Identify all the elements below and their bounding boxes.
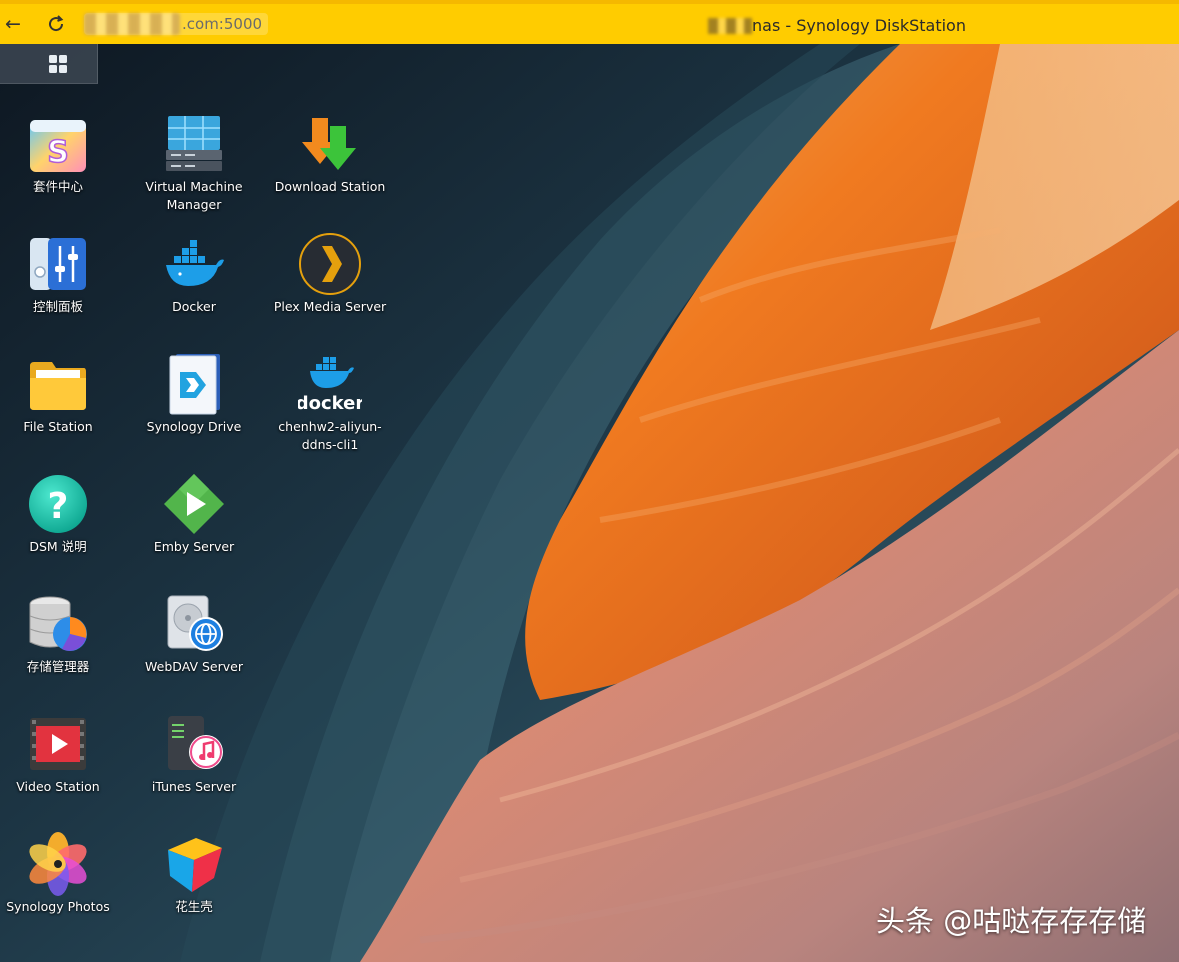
back-button[interactable]: ← <box>2 12 24 36</box>
app-docker[interactable]: Docker <box>134 232 254 316</box>
folder-icon <box>30 362 86 410</box>
app-label: 存储管理器 <box>26 659 90 674</box>
app-itunes-server[interactable]: iTunes Server <box>134 712 254 796</box>
control-panel-icon <box>30 238 86 290</box>
app-package-center[interactable]: S 套件中心 <box>0 112 118 196</box>
storage-manager-icon <box>29 596 87 651</box>
plex-icon <box>299 233 361 295</box>
help-icon: ? <box>29 475 87 533</box>
app-plex-media-server[interactable]: Plex Media Server <box>270 232 390 316</box>
app-control-panel[interactable]: 控制面板 <box>0 232 118 316</box>
app-label: 控制面板 <box>32 299 83 314</box>
app-download-station[interactable]: Download Station <box>270 112 390 196</box>
app-webdav-server[interactable]: WebDAV Server <box>134 592 254 676</box>
app-virtual-machine-manager[interactable]: Virtual Machine Manager <box>134 112 254 214</box>
app-label: chenhw2-aliyun-ddns-cli1 <box>278 419 382 452</box>
svg-text:?: ? <box>48 486 69 527</box>
page-title: nas - Synology DiskStation <box>752 16 966 35</box>
app-label: Virtual Machine Manager <box>145 179 243 212</box>
photos-icon <box>29 832 87 896</box>
main-menu-button[interactable] <box>48 54 68 74</box>
docker-icon <box>166 240 224 286</box>
app-emby-server[interactable]: Emby Server <box>134 472 254 556</box>
app-label: DSM 说明 <box>29 539 87 554</box>
watermark: 头条 @咕哒存存存储 <box>876 904 1147 938</box>
docker-container-icon: docker <box>298 357 362 414</box>
browser-toolbar: ← .com:5000 nas - Synology DiskStation <box>0 0 1179 44</box>
app-label: 花生壳 <box>175 899 213 914</box>
app-label: 套件中心 <box>32 179 83 194</box>
screen: ← .com:5000 nas - Synology DiskStation S… <box>0 0 1179 962</box>
download-icon <box>302 118 356 170</box>
app-label: Synology Photos <box>6 899 110 914</box>
address-bar[interactable]: .com:5000 <box>84 13 268 35</box>
app-label: Download Station <box>274 179 386 194</box>
vm-manager-icon <box>166 116 222 171</box>
docker-logo-text: docker <box>298 393 362 414</box>
reload-icon <box>49 15 64 32</box>
svg-text:S: S <box>47 135 69 170</box>
title-redacted <box>708 18 752 34</box>
app-label: WebDAV Server <box>145 659 243 674</box>
package-center-icon: S <box>30 120 86 172</box>
itunes-icon <box>168 716 223 770</box>
emby-icon <box>164 474 224 534</box>
grid-icon <box>49 55 67 73</box>
app-peanut-shell[interactable]: 花生壳 <box>134 832 254 916</box>
address-text: .com:5000 <box>182 15 263 33</box>
app-synology-photos[interactable]: Synology Photos <box>0 832 118 916</box>
app-aliyun-ddns-container[interactable]: docker chenhw2-aliyun-ddns-cli1 <box>270 352 390 454</box>
address-redacted <box>84 13 180 35</box>
app-dsm-help[interactable]: ? DSM 说明 <box>0 472 118 556</box>
app-label: Video Station <box>16 779 100 794</box>
back-arrow-icon: ← <box>5 13 21 35</box>
app-label: iTunes Server <box>151 779 237 794</box>
app-label: Emby Server <box>153 539 235 554</box>
app-label: File Station <box>23 419 93 434</box>
peanut-shell-icon <box>168 838 222 892</box>
app-video-station[interactable]: Video Station <box>0 712 118 796</box>
app-label: Synology Drive <box>146 419 242 434</box>
video-icon <box>30 718 86 770</box>
drive-icon <box>169 354 220 415</box>
app-synology-drive[interactable]: Synology Drive <box>134 352 254 436</box>
webdav-icon <box>167 595 223 651</box>
app-file-station[interactable]: File Station <box>0 352 118 436</box>
app-storage-manager[interactable]: 存储管理器 <box>0 592 118 676</box>
app-label: Plex Media Server <box>273 299 387 314</box>
app-label: Docker <box>172 299 216 314</box>
dsm-taskbar <box>0 44 98 84</box>
reload-button[interactable] <box>44 12 68 36</box>
